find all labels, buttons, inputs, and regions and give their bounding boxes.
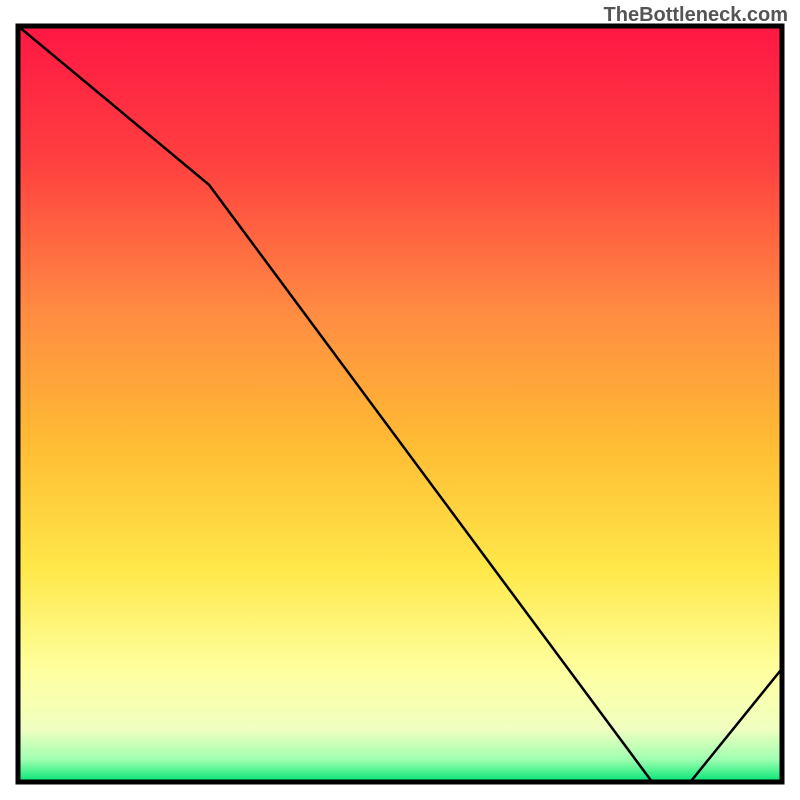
chart-svg bbox=[0, 0, 800, 800]
attribution-label: TheBottleneck.com bbox=[604, 4, 788, 27]
plot-background bbox=[18, 26, 782, 782]
chart-container: TheBottleneck.com bbox=[0, 0, 800, 800]
